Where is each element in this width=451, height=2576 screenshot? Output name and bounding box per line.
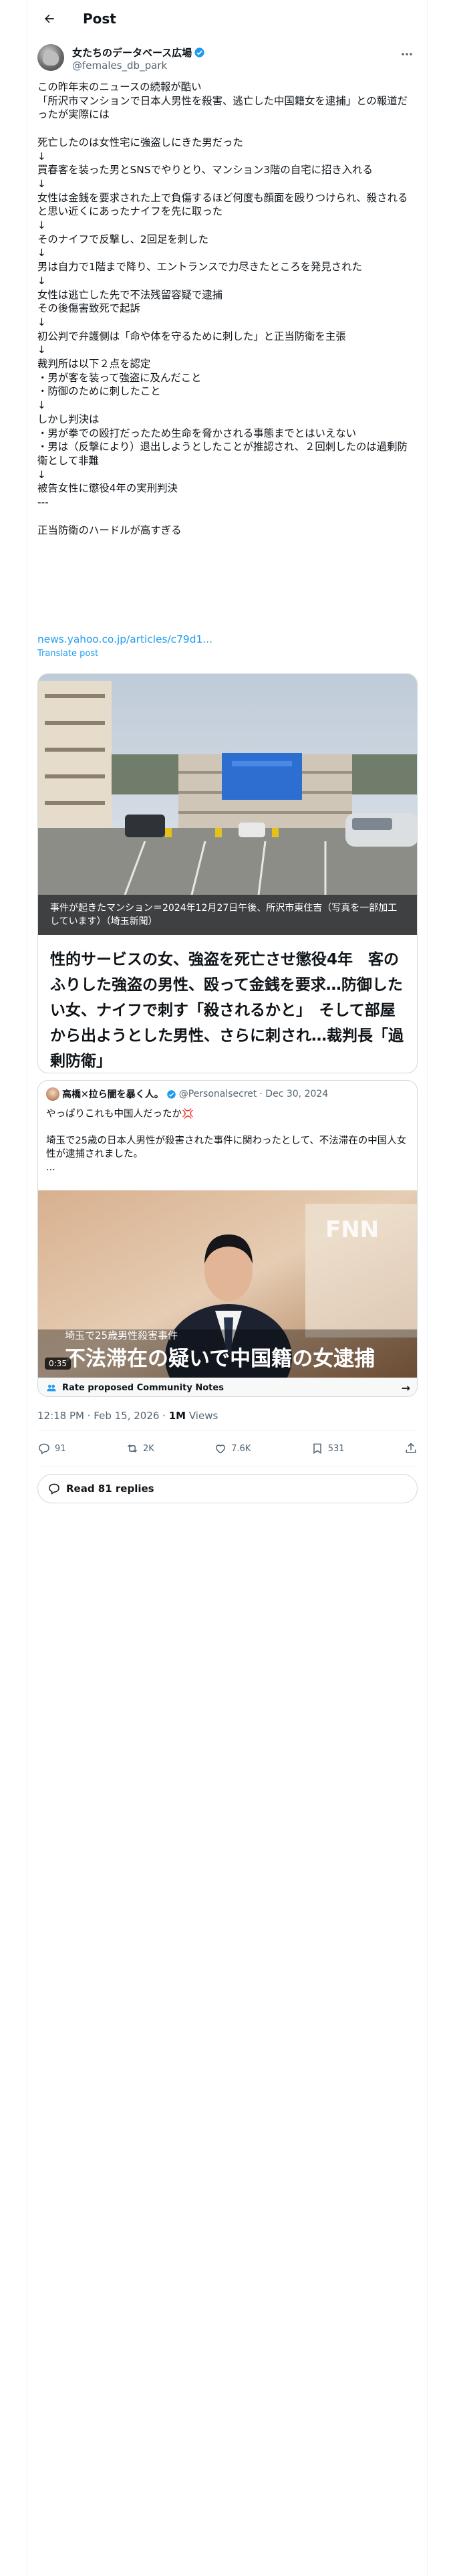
article-link[interactable]: news.yahoo.co.jp/articles/c79d1... [37, 633, 212, 646]
quoted-author-name: 高橋✕拉ら闇を暴く人。 [62, 1089, 164, 1100]
action-bar: 91 2K 7.6K 531 [37, 1431, 418, 1466]
timestamp-text[interactable]: 12:18 PM · Feb 15, 2026 · [37, 1410, 169, 1422]
avatar[interactable] [37, 44, 64, 71]
chat-bubble-icon [49, 1483, 59, 1495]
quoted-date: · Dec 30, 2024 [259, 1089, 329, 1099]
read-replies-button[interactable]: Read 81 replies [37, 1474, 418, 1503]
verified-badge-icon [194, 47, 204, 58]
author-handle[interactable]: @females_db_park [72, 60, 167, 72]
notes-icon [47, 1384, 56, 1392]
verified-badge-icon [166, 1089, 176, 1099]
reply-count: 91 [55, 1443, 66, 1454]
views-label: Views [186, 1410, 218, 1422]
quoted-text: やっぱりこれも中国人だったか💢 埼玉で25歳の日本人男性が殺害された事件に関わっ… [46, 1109, 407, 1173]
quoted-avatar [46, 1087, 59, 1101]
post-author: 女たちのデータベース広場 @females_db_park [37, 41, 417, 74]
like-button[interactable]: 7.6K [214, 1442, 251, 1455]
bookmark-button[interactable]: 531 [311, 1442, 345, 1455]
repost-count: 2K [142, 1443, 154, 1454]
more-icon [402, 53, 412, 56]
like-icon [216, 1444, 226, 1454]
quoted-post[interactable]: 高橋✕拉ら闇を暴く人。 @Personalsecret · Dec 30, 20… [37, 1080, 418, 1397]
more-button[interactable] [397, 47, 417, 62]
back-arrow-icon [45, 14, 54, 23]
arrow-right-icon: → [401, 1381, 410, 1394]
quoted-video[interactable]: FNN 埼玉で25歳男性殺害事件 不法滞在の疑いで中国籍の女逮捕 0:35 [38, 1190, 417, 1396]
share-button[interactable] [404, 1442, 418, 1455]
views-count: 1M [168, 1410, 186, 1422]
quoted-author-handle: @Personalsecret [178, 1089, 257, 1099]
read-replies-label: Read 81 replies [66, 1483, 154, 1495]
bookmark-icon [313, 1443, 321, 1455]
video-duration: 0:35 [45, 1358, 71, 1370]
repost-icon [127, 1444, 138, 1453]
video-caption-small: 埼玉で25歳男性殺害事件 [65, 1329, 178, 1341]
back-button[interactable] [37, 7, 61, 31]
photo-caption: 事件が起きたマンション＝2024年12月27日午後、所沢市東住吉（写真を一部加工… [38, 895, 417, 935]
author-name-row[interactable]: 女たちのデータベース広場 [72, 45, 205, 60]
video-frame: FNN 埼玉で25歳男性殺害事件 不法滞在の疑いで中国籍の女逮捕 [38, 1190, 417, 1396]
bookmark-count: 531 [327, 1443, 345, 1454]
link-preview-card[interactable]: 事件が起きたマンション＝2024年12月27日午後、所沢市東住吉（写真を一部加工… [37, 673, 418, 1073]
fnn-logo: FNN [325, 1216, 379, 1243]
top-bar: Post [27, 0, 428, 37]
share-icon [406, 1442, 416, 1453]
post-text: この昨年末のニュースの続報が酷い 「所沢市マンションで日本人男性を殺害、逃亡した… [37, 81, 408, 536]
card-headline[interactable]: 性的サービスの女、強盗を死亡させ懲役4年 客のふりした強盗の男性、殴って金銭を要… [50, 947, 406, 1073]
divider [37, 1466, 418, 1467]
repost-button[interactable]: 2K [126, 1442, 154, 1455]
reply-button[interactable]: 91 [37, 1442, 66, 1455]
community-notes-bar[interactable]: Rate proposed Community Notes → [38, 1378, 417, 1396]
reply-icon [39, 1443, 49, 1455]
video-caption-big: 不法滞在の疑いで中国籍の女逮捕 [65, 1347, 375, 1371]
page-title: Post [83, 11, 116, 27]
like-count: 7.6K [231, 1443, 251, 1454]
author-name[interactable]: 女たちのデータベース広場 [72, 45, 192, 60]
translate-link[interactable]: Translate post [37, 649, 98, 659]
quoted-author-row: 高橋✕拉ら闇を暴く人。 @Personalsecret · Dec 30, 20… [46, 1087, 328, 1101]
post-timestamp: 12:18 PM · Feb 15, 2026 · 1M Views [37, 1410, 218, 1422]
notes-label[interactable]: Rate proposed Community Notes [62, 1383, 224, 1393]
